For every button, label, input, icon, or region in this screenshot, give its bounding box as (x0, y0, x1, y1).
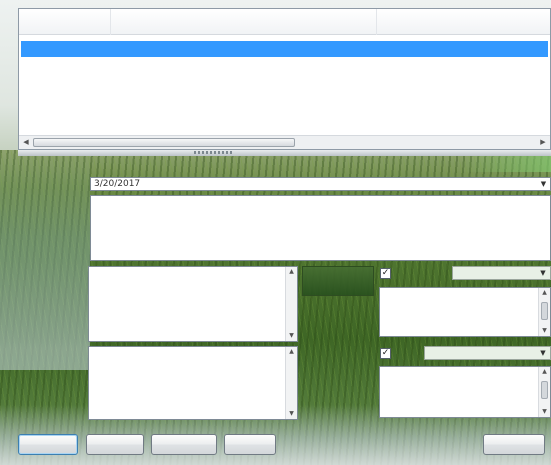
scroll-up-icon[interactable]: ▲ (286, 347, 297, 357)
scroll-up-icon[interactable]: ▲ (286, 267, 297, 277)
checkbox-2[interactable]: ✓ (380, 348, 391, 359)
side-text1-scrollbar[interactable]: ▲ ▼ (538, 288, 550, 336)
dropdown-1[interactable]: ▼ (452, 266, 551, 280)
notes2-text-area[interactable]: ▲ ▼ (88, 346, 298, 420)
scrollbar-thumb[interactable] (541, 302, 548, 320)
scroll-right-icon[interactable]: ▶ (536, 136, 550, 149)
side-text-area-2[interactable]: ▲ ▼ (379, 366, 551, 418)
column-header-2[interactable] (111, 9, 377, 35)
list-header (19, 9, 550, 35)
scrollbar-thumb[interactable] (33, 138, 295, 147)
scroll-down-icon[interactable]: ▼ (286, 409, 297, 419)
scroll-up-icon[interactable]: ▲ (539, 367, 550, 377)
scroll-left-icon[interactable]: ◀ (19, 136, 33, 149)
date-value: 3/20/2017 (94, 179, 141, 189)
scroll-down-icon[interactable]: ▼ (539, 407, 550, 417)
column-header-3[interactable] (377, 9, 550, 35)
scroll-down-icon[interactable]: ▼ (539, 326, 550, 336)
list-row-selected[interactable] (21, 41, 548, 57)
notes1-scrollbar[interactable]: ▲ ▼ (285, 267, 297, 341)
button-5[interactable] (483, 434, 545, 455)
scroll-up-icon[interactable]: ▲ (539, 288, 550, 298)
dropdown-2[interactable]: ▼ (424, 346, 551, 360)
notes1-text-area[interactable]: ▲ ▼ (88, 266, 298, 342)
date-picker[interactable]: 3/20/2017 ▼ (90, 177, 551, 191)
chevron-down-icon[interactable]: ▼ (537, 347, 549, 359)
background-lake (0, 150, 90, 370)
side-text-area-1[interactable]: ▲ ▼ (379, 287, 551, 337)
button-3[interactable] (151, 434, 217, 455)
middle-action-button[interactable] (302, 266, 374, 296)
chevron-down-icon[interactable]: ▼ (537, 178, 550, 190)
list-horizontal-scrollbar[interactable]: ◀ ▶ (19, 135, 550, 149)
entries-list[interactable]: ◀ ▶ (18, 8, 551, 150)
row-date-cell (21, 41, 111, 57)
main-text-area[interactable] (90, 195, 551, 261)
button-4[interactable] (224, 434, 276, 455)
row-details-cell (377, 41, 548, 57)
column-header-1[interactable] (19, 9, 111, 35)
scroll-down-icon[interactable]: ▼ (286, 331, 297, 341)
chevron-down-icon[interactable]: ▼ (537, 267, 549, 279)
splitter-bar[interactable] (18, 150, 551, 156)
checkbox-1[interactable]: ✓ (380, 268, 391, 279)
row-description-cell (111, 41, 377, 57)
side-text2-scrollbar[interactable]: ▲ ▼ (538, 367, 550, 417)
splitter-grip-icon (194, 151, 234, 154)
notes2-scrollbar[interactable]: ▲ ▼ (285, 347, 297, 419)
button-1[interactable] (18, 434, 78, 455)
scrollbar-thumb[interactable] (541, 381, 548, 399)
button-2[interactable] (86, 434, 144, 455)
